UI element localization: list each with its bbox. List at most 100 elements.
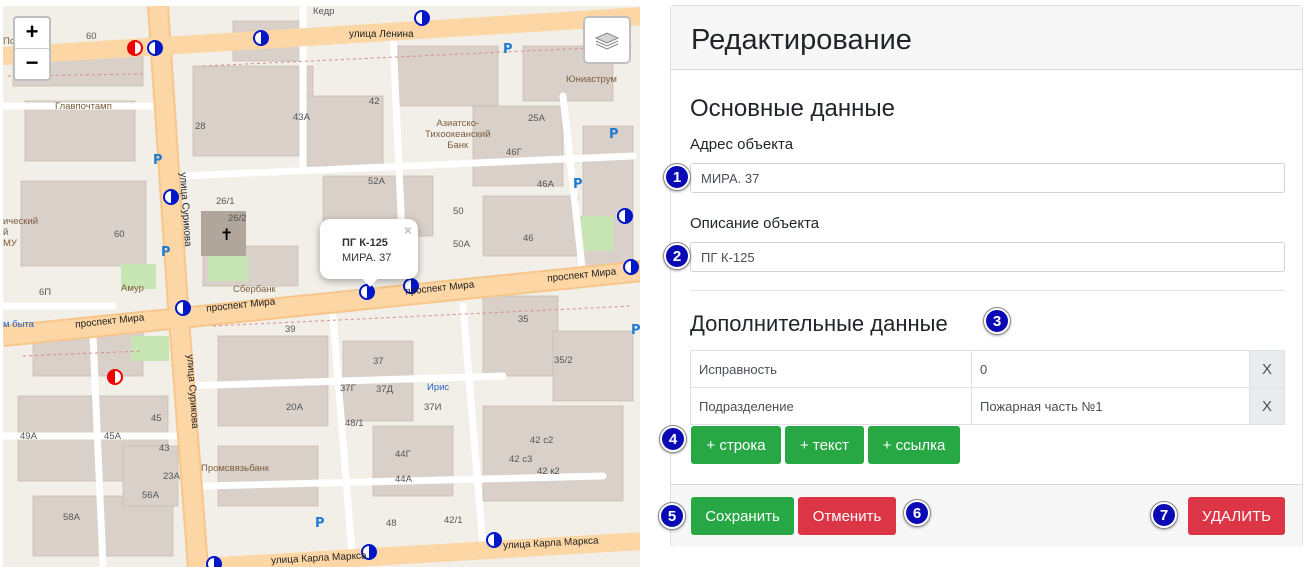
house-number: 42 с2 bbox=[530, 435, 554, 446]
place-label: МУ bbox=[3, 238, 17, 249]
house-number: 37Д bbox=[376, 384, 394, 395]
extra-section-title: Дополнительные данные bbox=[690, 311, 948, 336]
place-label: Азиатско- Тихоокеанский Банк bbox=[425, 118, 491, 151]
house-number: 20А bbox=[286, 402, 303, 413]
house-number: 37И bbox=[424, 402, 442, 413]
extra-fields-table: Исправность 0 X Подразделение Пожарная ч… bbox=[690, 350, 1285, 425]
callout-badge: 5 bbox=[659, 503, 685, 529]
house-number: 35/2 bbox=[554, 355, 573, 366]
house-number: 50А bbox=[453, 239, 470, 250]
cancel-button[interactable]: Отменить bbox=[798, 497, 896, 535]
callout-badge: 7 bbox=[1151, 502, 1177, 528]
add-link-button[interactable]: + ссылка bbox=[868, 426, 960, 464]
house-number: 37 bbox=[373, 356, 384, 367]
panel-title: Редактирование bbox=[691, 24, 912, 56]
field-key[interactable]: Подразделение bbox=[690, 387, 972, 425]
house-number: 46 bbox=[523, 233, 534, 244]
callout-badge: 4 bbox=[660, 426, 686, 452]
house-number: 60 bbox=[114, 229, 125, 240]
house-number: 23А bbox=[163, 471, 180, 482]
zoom-out-button[interactable]: − bbox=[15, 49, 49, 79]
place-label: Ирис bbox=[427, 382, 450, 393]
svg-text:P: P bbox=[153, 153, 163, 168]
save-button[interactable]: Сохранить bbox=[691, 497, 794, 535]
remove-row-button[interactable]: X bbox=[1249, 387, 1285, 425]
street-label-lenina: улица Ленина bbox=[349, 29, 414, 40]
place-label: Главпочтамп bbox=[55, 101, 112, 112]
divider bbox=[690, 290, 1285, 291]
layers-icon bbox=[594, 32, 620, 50]
field-key[interactable]: Исправность bbox=[690, 350, 972, 388]
table-row: Подразделение Пожарная часть №1 X bbox=[690, 387, 1285, 425]
place-label: Сбербанк bbox=[233, 284, 276, 295]
description-label: Описание объекта bbox=[690, 215, 820, 232]
layers-button[interactable] bbox=[583, 16, 631, 64]
house-number: 44А bbox=[395, 474, 412, 485]
callout-badge: 3 bbox=[984, 308, 1010, 334]
svg-text:P: P bbox=[573, 177, 583, 192]
panel-header: Редактирование bbox=[671, 6, 1302, 70]
delete-button[interactable]: УДАЛИТЬ bbox=[1188, 497, 1285, 535]
callout-badge: 1 bbox=[664, 164, 690, 190]
house-number: 45 bbox=[151, 413, 162, 424]
house-number: 52А bbox=[368, 176, 385, 187]
map-view[interactable]: PPP PPPP ✝ улица Ленина проспект Мира пр… bbox=[3, 6, 640, 567]
svg-text:✝: ✝ bbox=[220, 225, 233, 244]
house-number: 48 bbox=[386, 518, 397, 529]
house-number: 42 bbox=[369, 96, 380, 107]
house-number: 60 bbox=[86, 31, 97, 42]
house-number: 39 bbox=[285, 324, 296, 335]
marker-popup: × ПГ К-125 МИРА. 37 bbox=[320, 219, 418, 287]
popup-address: МИРА. 37 bbox=[342, 252, 392, 264]
address-input[interactable] bbox=[690, 163, 1285, 193]
place-label: Амур bbox=[121, 283, 144, 294]
house-number: 49А bbox=[20, 431, 37, 442]
add-row-button[interactable]: + строка bbox=[691, 426, 781, 464]
svg-text:P: P bbox=[161, 245, 171, 260]
house-number: 56А bbox=[142, 490, 159, 501]
house-number: 46Г bbox=[506, 147, 522, 158]
field-value[interactable]: Пожарная часть №1 bbox=[971, 387, 1250, 425]
house-number: 28 bbox=[195, 121, 206, 132]
main-section-title: Основные данные bbox=[690, 95, 895, 122]
house-number: 42 к2 bbox=[537, 466, 560, 477]
place-label: Промсвязьбанк bbox=[201, 463, 269, 474]
house-number: 44Г bbox=[395, 449, 411, 460]
place-label: Кедр bbox=[313, 6, 335, 17]
house-number: 42/1 bbox=[444, 515, 463, 526]
address-label: Адрес объекта bbox=[690, 136, 794, 153]
callout-badge: 2 bbox=[664, 243, 690, 269]
house-number: 37Г bbox=[340, 383, 356, 394]
table-row: Исправность 0 X bbox=[690, 350, 1285, 388]
house-number: 48/1 bbox=[345, 418, 364, 429]
description-input[interactable] bbox=[690, 242, 1285, 272]
popup-title: ПГ К-125 bbox=[342, 237, 388, 249]
place-label: й bbox=[3, 227, 9, 238]
house-number: 6П bbox=[39, 287, 52, 298]
svg-text:P: P bbox=[609, 127, 619, 142]
house-number: 45А bbox=[104, 431, 121, 442]
svg-text:P: P bbox=[315, 516, 325, 531]
place-label: ический bbox=[3, 216, 39, 227]
callout-badge: 6 bbox=[904, 500, 930, 526]
field-value[interactable]: 0 bbox=[971, 350, 1250, 388]
svg-text:P: P bbox=[503, 42, 513, 57]
zoom-in-button[interactable]: + bbox=[15, 18, 49, 49]
house-number: 42 с3 bbox=[509, 454, 533, 465]
add-text-button[interactable]: + текст bbox=[785, 426, 864, 464]
house-number: 58А bbox=[63, 512, 80, 523]
house-number: 43 bbox=[159, 443, 170, 454]
place-label: Юниаструм bbox=[566, 74, 617, 85]
house-number: 46А bbox=[537, 179, 554, 190]
zoom-control: + − bbox=[13, 16, 51, 81]
house-number: 26/1 bbox=[216, 196, 235, 207]
house-number: 26/2 bbox=[228, 213, 247, 224]
popup-tip bbox=[361, 277, 379, 287]
remove-row-button[interactable]: X bbox=[1249, 350, 1285, 388]
popup-close-button[interactable]: × bbox=[404, 222, 412, 238]
house-number: 25А bbox=[528, 113, 545, 124]
place-label: м быта bbox=[3, 319, 34, 330]
svg-text:P: P bbox=[631, 323, 640, 338]
map-tiles: P P P P P P P ✝ bbox=[3, 6, 640, 567]
house-number: 35 bbox=[518, 314, 529, 325]
